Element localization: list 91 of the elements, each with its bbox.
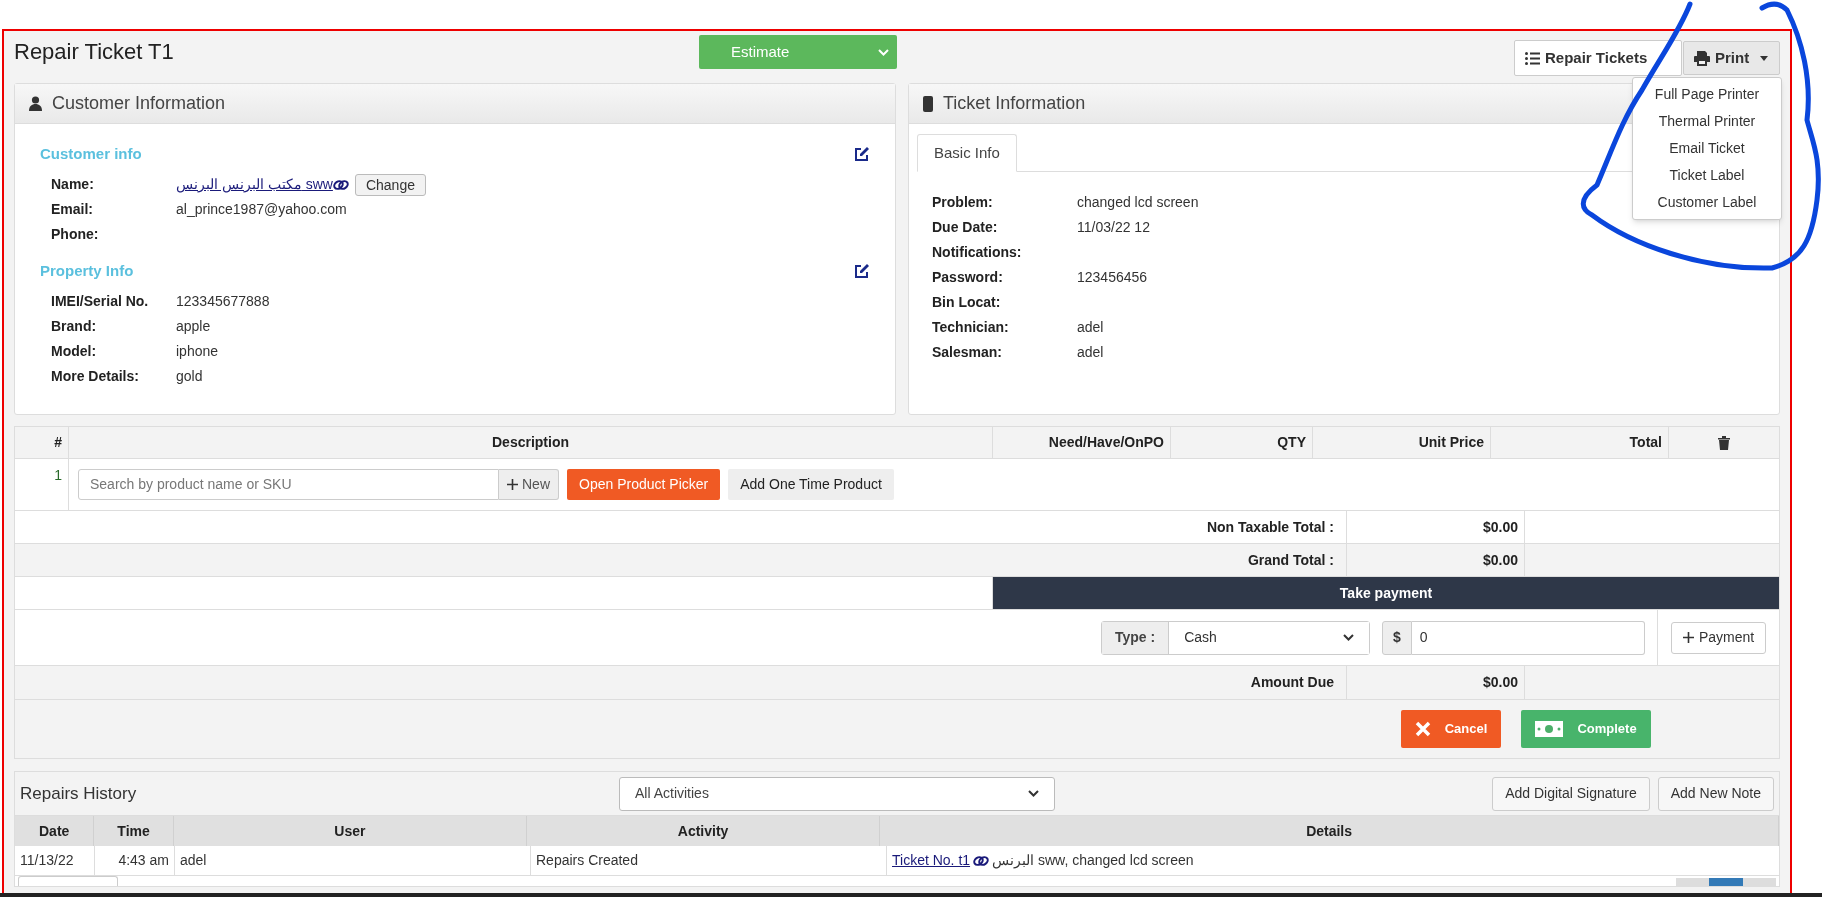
column-header: Date [15, 816, 95, 846]
user-icon [29, 96, 42, 111]
field-value: adel [1077, 343, 1104, 362]
panel-title: Repairs History [20, 782, 138, 805]
print-button[interactable]: Print [1683, 41, 1780, 75]
field-label: Password: [932, 268, 1004, 287]
chevron-down-icon [1028, 790, 1039, 797]
customer-name-link[interactable]: مكتب البرنس البرنس sww [176, 174, 333, 195]
field-value: changed lcd screen [1077, 193, 1199, 212]
total-value: $0.00 [1482, 517, 1518, 537]
field-label: Brand: [51, 317, 98, 336]
pagination-control[interactable] [1676, 878, 1776, 886]
field-label: More Details: [51, 367, 140, 386]
take-payment-header: Take payment [993, 577, 1779, 609]
print-menu-item[interactable]: Email Ticket [1633, 135, 1781, 162]
panel-title: Ticket Information [943, 92, 1086, 115]
table-cell: 11/13/22 [15, 846, 95, 875]
change-button[interactable]: Change [354, 173, 426, 196]
link-icon [973, 854, 990, 867]
column-header: QTY [1171, 427, 1313, 458]
column-header: Details [880, 816, 1779, 846]
amount-due-label: Amount Due [1250, 673, 1334, 692]
repair-tickets-button[interactable]: Repair Tickets [1514, 40, 1682, 76]
field-label: Model: [51, 342, 98, 361]
history-action-button[interactable]: Add New Note [1657, 776, 1774, 811]
close-icon [1414, 721, 1431, 737]
printer-icon [1694, 50, 1710, 66]
history-action-button[interactable]: Add Digital Signature [1492, 776, 1650, 811]
section-heading: Property Info [40, 260, 134, 281]
print-menu-item[interactable]: Customer Label [1633, 189, 1781, 216]
page-title: Repair Ticket T1 [14, 38, 175, 66]
field-value: 11/03/22 12 [1077, 218, 1150, 237]
plus-icon [1682, 632, 1694, 643]
amount-due-value: $0.00 [1482, 673, 1518, 692]
field-label: IMEI/Serial No. [51, 292, 150, 311]
table-cell: adel [175, 846, 531, 875]
column-header: User [173, 816, 527, 846]
column-header: # [15, 427, 69, 458]
edit-icon[interactable] [854, 146, 870, 162]
column-header: Unit Price [1313, 427, 1491, 458]
total-label: Non Taxable Total : [1206, 517, 1334, 537]
field-value: gold [176, 367, 203, 386]
field-value: al_prince1987@yahoo.com [176, 200, 347, 219]
table-cell: 4:43 am [95, 846, 175, 875]
amount-field[interactable]: 0 [1411, 620, 1645, 655]
details-text: البرنس sww, changed lcd screen [992, 851, 1194, 871]
section-heading: Customer info [40, 143, 142, 164]
field-label: Due Date: [932, 218, 999, 237]
row-number: 1 [54, 466, 62, 481]
field-value: adel [1077, 318, 1104, 337]
field-label: Phone: [51, 225, 100, 244]
field-label: Notifications: [932, 243, 1023, 262]
ticket-link[interactable]: Ticket No. t1 [892, 850, 971, 871]
column-header: Total [1491, 427, 1669, 458]
total-value: $0.00 [1482, 550, 1518, 570]
trash-icon[interactable] [1718, 435, 1730, 450]
activity-filter-select[interactable]: All Activities [619, 776, 1055, 811]
field-value: 123456456 [1077, 268, 1148, 287]
panel-title: Customer Information [52, 92, 226, 115]
print-menu-item[interactable]: Ticket Label [1633, 162, 1781, 189]
field-value: iphone [176, 342, 219, 361]
column-header: Time [94, 816, 174, 846]
field-value: apple [176, 317, 211, 336]
caret-icon [1760, 55, 1769, 61]
list-icon [1525, 51, 1540, 65]
field-label: Bin Locat: [932, 293, 1002, 312]
tab[interactable]: Basic Info [917, 134, 1017, 172]
field-label: Technician: [932, 318, 1010, 337]
link-icon [332, 178, 349, 191]
table-cell: Repairs Created [531, 846, 887, 875]
field-label: Email: [51, 200, 94, 219]
edit-icon[interactable] [854, 263, 870, 279]
add-payment-button[interactable]: Payment [1670, 621, 1767, 654]
plus-icon [507, 478, 518, 490]
column-header: Description [69, 427, 993, 458]
field-label: Salesman: [932, 343, 1004, 362]
column-header: Activity [526, 816, 881, 846]
print-menu-item[interactable]: Thermal Printer [1633, 108, 1781, 135]
chevron-down-icon [878, 48, 889, 56]
field-label: Problem: [932, 193, 994, 212]
add-one-time-product-button[interactable]: Add One Time Product [728, 468, 894, 500]
banknote-icon [1535, 721, 1564, 737]
column-header: Need/Have/OnPO [993, 427, 1171, 458]
mobile-phone-icon [923, 95, 933, 112]
total-label: Grand Total : [1247, 550, 1334, 570]
field-value: 123345677888 [176, 292, 270, 311]
print-menu-item[interactable]: Full Page Printer [1633, 81, 1781, 108]
product-search-field[interactable]: Search by product name or SKU [78, 468, 499, 500]
field-label: Name: [51, 175, 95, 194]
new-product-button[interactable]: New [499, 468, 559, 500]
currency-label: $ [1382, 620, 1412, 655]
